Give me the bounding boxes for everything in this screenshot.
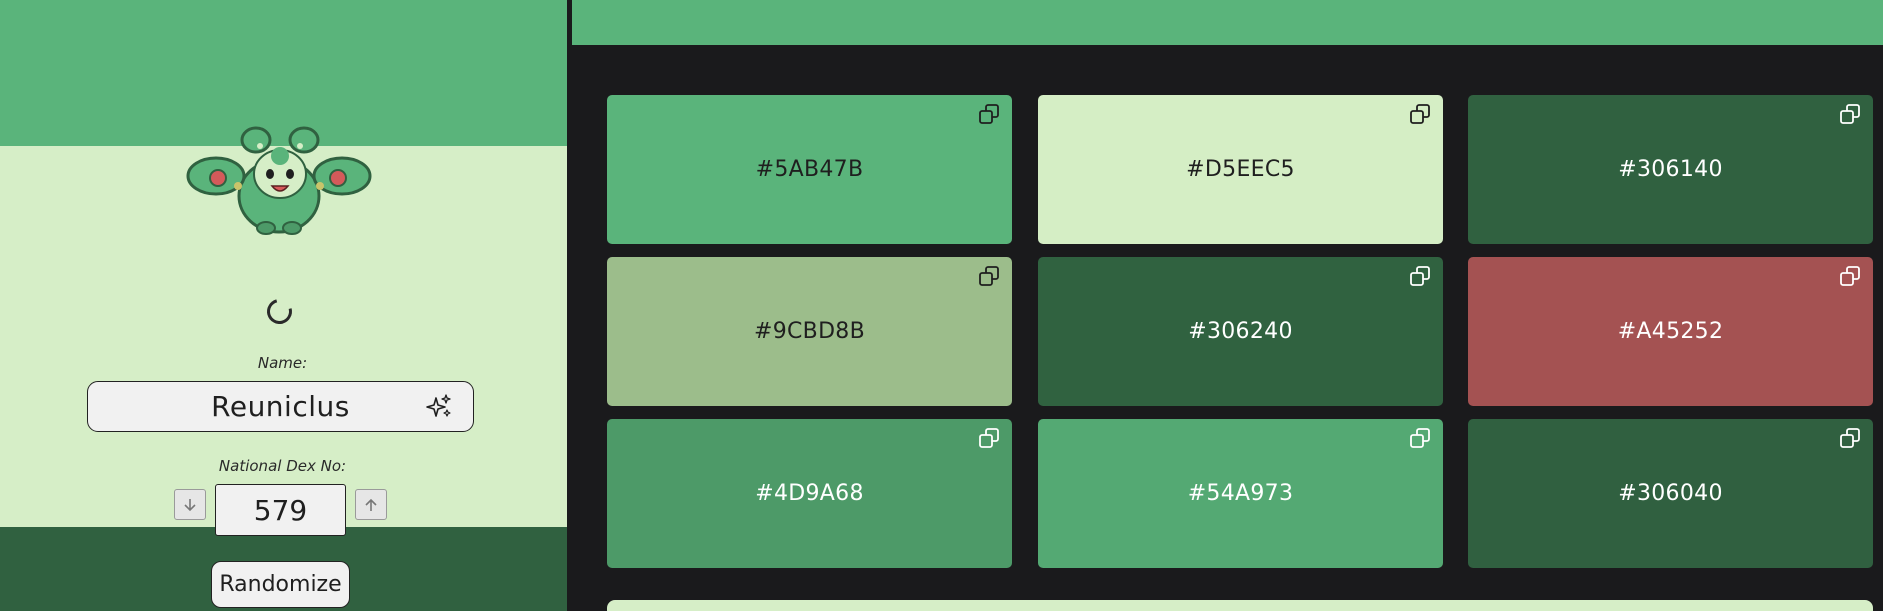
dex-number-input[interactable]: 579 xyxy=(215,484,346,536)
pokemon-name-value: Reuniclus xyxy=(211,390,350,423)
color-swatch[interactable]: #9CBD8B xyxy=(607,257,1012,406)
copy-icon[interactable] xyxy=(1839,265,1861,287)
color-swatch[interactable]: #306240 xyxy=(1038,257,1443,406)
swatch-hex-label: #54A973 xyxy=(1187,481,1294,506)
copy-icon[interactable] xyxy=(1839,427,1861,449)
pokemon-sprite xyxy=(186,126,372,235)
sparkle-icon[interactable] xyxy=(425,393,453,421)
swatch-hex-label: #4D9A68 xyxy=(755,481,864,506)
swatch-hex-label: #306040 xyxy=(1618,481,1723,506)
copy-icon[interactable] xyxy=(1839,103,1861,125)
header-color-strip xyxy=(572,0,1883,45)
copy-icon[interactable] xyxy=(978,265,1000,287)
copy-icon[interactable] xyxy=(978,427,1000,449)
color-swatch[interactable]: #54A973 xyxy=(1038,419,1443,568)
color-swatch[interactable]: #4D9A68 xyxy=(607,419,1012,568)
swatch-hex-label: #A45252 xyxy=(1617,319,1724,344)
color-swatch[interactable]: #D5EEC5 xyxy=(1038,95,1443,244)
color-swatch[interactable]: #5AB47B xyxy=(607,95,1012,244)
arrow-up-icon xyxy=(365,498,377,511)
color-swatch[interactable]: #A45252 xyxy=(1468,257,1873,406)
swatch-hex-label: #306240 xyxy=(1188,319,1293,344)
copy-icon[interactable] xyxy=(978,103,1000,125)
loading-spinner-icon xyxy=(262,294,297,329)
copy-icon[interactable] xyxy=(1409,427,1431,449)
name-label: Name: xyxy=(257,354,308,372)
swatch-hex-label: #306140 xyxy=(1618,157,1723,182)
swatch-hex-label: #9CBD8B xyxy=(753,319,865,344)
swatch-hex-label: #D5EEC5 xyxy=(1186,157,1295,182)
dex-number-value: 579 xyxy=(253,493,308,527)
copy-icon[interactable] xyxy=(1409,265,1431,287)
copy-icon[interactable] xyxy=(1409,103,1431,125)
color-swatch[interactable]: #306040 xyxy=(1468,419,1873,568)
dex-number-label: National Dex No: xyxy=(218,457,347,475)
randomize-button[interactable]: Randomize xyxy=(211,561,350,608)
pokemon-name-field[interactable]: Reuniclus xyxy=(87,381,474,432)
dex-decrement-button[interactable] xyxy=(174,489,206,520)
randomize-label: Randomize xyxy=(219,572,342,597)
dex-increment-button[interactable] xyxy=(355,489,387,520)
swatch-hex-label: #5AB47B xyxy=(755,157,864,182)
arrow-down-icon xyxy=(184,498,196,511)
panel-divider xyxy=(567,0,572,611)
color-swatch[interactable]: #306140 xyxy=(1468,95,1873,244)
pokemon-panel: Name: Reuniclus National Dex No: 579 Ran… xyxy=(0,0,567,611)
bottom-card xyxy=(607,600,1873,611)
